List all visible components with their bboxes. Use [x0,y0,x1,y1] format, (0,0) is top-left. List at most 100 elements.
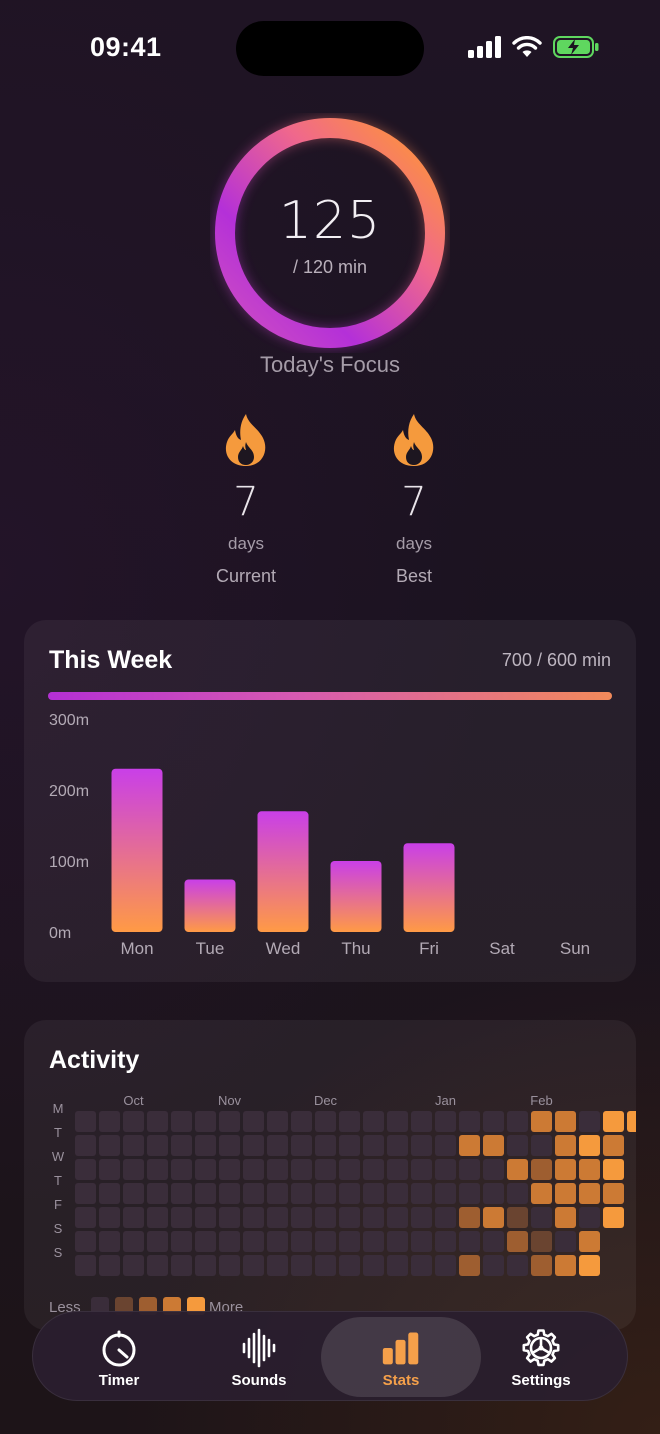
heatmap-cell [627,1111,636,1132]
gear-icon [522,1329,560,1367]
weekday-label: S [54,1221,63,1236]
tab-timer[interactable]: Timer [49,1312,189,1402]
heatmap-cell [483,1135,504,1156]
heatmap-cell [483,1183,504,1204]
heatmap-cell [579,1135,600,1156]
heatmap-cell [339,1183,360,1204]
heatmap-cell [291,1111,312,1132]
heatmap-cell [363,1111,384,1132]
today-focus-label: Today's Focus [260,352,400,377]
focus-minutes-value: 125 [278,191,382,251]
heatmap-cell [531,1111,552,1132]
heatmap-cell [315,1207,336,1228]
heatmap-cell [99,1231,120,1252]
heatmap-cell [603,1111,624,1132]
tab-timer-label: Timer [98,1372,140,1389]
tab-stats[interactable]: Stats [321,1317,481,1397]
heatmap-cell [483,1255,504,1276]
heatmap-cell [75,1111,96,1132]
heatmap-cell [75,1135,96,1156]
heatmap-cell [123,1111,144,1132]
heatmap-cell [75,1159,96,1180]
timer-icon [102,1330,136,1367]
heatmap-cell [483,1231,504,1252]
heatmap-cell [75,1183,96,1204]
heatmap-cell [603,1135,624,1156]
current-streak-label: Current [215,566,277,586]
heatmap-cell [579,1231,600,1252]
status-bar: 09:41 [0,0,660,96]
heatmap-cell [363,1231,384,1252]
heatmap-cell [243,1231,264,1252]
heatmap-cell [147,1159,168,1180]
heatmap-cell [363,1135,384,1156]
heatmap-cell [411,1183,432,1204]
heatmap-cell [315,1183,336,1204]
heatmap-cell [339,1135,360,1156]
weekday-label: F [54,1197,62,1212]
heatmap-cell [99,1183,120,1204]
tab-bar: Timer Sounds Stats Settings [32,1311,628,1401]
heatmap-cell [483,1207,504,1228]
heatmap-cell [579,1159,600,1180]
current-streak-unit: days [228,534,264,553]
heatmap-cell [291,1207,312,1228]
status-time: 09:41 [90,32,162,62]
heatmap-cell [195,1159,216,1180]
tab-sounds[interactable]: Sounds [189,1312,329,1402]
heatmap-cell [483,1111,504,1132]
dynamic-island [236,21,424,76]
heatmap-cell [171,1111,192,1132]
tab-settings[interactable]: Settings [471,1312,611,1402]
best-streak-label: Best [395,566,433,586]
heatmap-cell [147,1111,168,1132]
heatmap-cell [75,1207,96,1228]
activity-card: Activity Oct Nov Dec Jan Feb M T W T F S S Less More [24,1020,636,1330]
heatmap-cell [555,1231,576,1252]
current-streak: 7 days Current [176,412,316,587]
heatmap-cell [531,1159,552,1180]
waveform-icon [242,1328,276,1368]
heatmap-cell [195,1111,216,1132]
heatmap-cell [219,1231,240,1252]
heatmap-cell [459,1255,480,1276]
bar-wed [257,811,309,932]
y-tick-label: 300m [49,712,89,729]
this-week-card: This Week 700 / 600 min 0m 100m 200m 300m Mo… [24,620,636,982]
heatmap-cell [291,1183,312,1204]
heatmap-cell [531,1135,552,1156]
weekday-label: T [54,1173,62,1188]
heatmap-cell [171,1231,192,1252]
heatmap-cell [459,1231,480,1252]
heatmap-cell [579,1207,600,1228]
heatmap-cell [459,1207,480,1228]
heatmap-cell [243,1207,264,1228]
heatmap-cell [219,1255,240,1276]
heatmap-cell [339,1207,360,1228]
heatmap-cell [315,1159,336,1180]
heatmap-cell [339,1231,360,1252]
tab-sounds-label: Sounds [231,1372,287,1389]
heatmap-cell [363,1255,384,1276]
heatmap-cell [435,1159,456,1180]
heatmap-cell [555,1111,576,1132]
heatmap-cell [555,1255,576,1276]
bar-chart-icon [382,1332,419,1365]
heatmap-cell [507,1255,528,1276]
heatmap-cell [267,1231,288,1252]
wifi-icon [512,36,542,57]
heatmap-cell [195,1135,216,1156]
heatmap-cell [243,1135,264,1156]
heatmap-cell [267,1159,288,1180]
heatmap-cell [531,1207,552,1228]
heatmap-cell [291,1159,312,1180]
heatmap-cell [147,1255,168,1276]
heatmap-cell [387,1255,408,1276]
heatmap-cell [507,1207,528,1228]
month-label: Oct [123,1093,144,1108]
heatmap-cell [435,1111,456,1132]
heatmap-cell [123,1231,144,1252]
focus-ring: 125 / 120 min [210,113,450,353]
heatmap-cell [387,1183,408,1204]
heatmap-cell [435,1183,456,1204]
